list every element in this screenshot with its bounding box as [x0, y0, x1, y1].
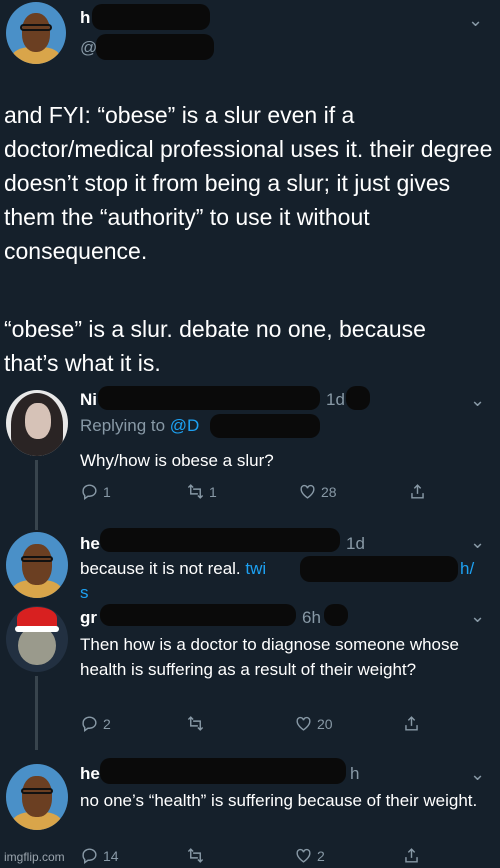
reply-text-main: because it is not real.: [80, 559, 241, 578]
reply-link-tail[interactable]: h/: [460, 556, 474, 581]
like-button[interactable]: 2: [294, 846, 325, 865]
reply-button[interactable]: 1: [80, 482, 111, 501]
reply-time[interactable]: 1d: [346, 534, 365, 554]
chevron-down-icon[interactable]: ⌄: [470, 764, 485, 785]
reply-author-name[interactable]: he: [80, 764, 100, 784]
avatar[interactable]: [6, 2, 66, 64]
reply-text: Why/how is obese a slur?: [80, 451, 274, 470]
reply-icon: [82, 484, 97, 501]
redacted-name: [100, 758, 346, 784]
share-button[interactable]: [402, 846, 421, 865]
retweet-button[interactable]: 1: [186, 482, 217, 501]
replying-prefix: Replying to: [80, 416, 166, 435]
reply-count: 1: [103, 483, 111, 500]
avatar[interactable]: [6, 390, 68, 456]
share-icon: [411, 484, 424, 499]
retweet-icon: [187, 484, 204, 499]
redacted-name: [92, 4, 210, 30]
retweet-button[interactable]: [186, 846, 205, 865]
redacted-handle: [210, 414, 320, 438]
like-count: 28: [321, 483, 337, 500]
redacted-area: [346, 386, 370, 410]
avatar[interactable]: [6, 532, 68, 598]
retweet-button[interactable]: [186, 714, 205, 733]
avatar[interactable]: [6, 606, 68, 672]
reply-button[interactable]: 14: [80, 846, 119, 865]
heart-icon: [296, 848, 311, 863]
reply-count: 2: [103, 715, 111, 732]
thread-line: [35, 460, 38, 530]
avatar[interactable]: [6, 764, 68, 830]
redacted-name: [100, 604, 296, 626]
redacted-area: [324, 604, 348, 626]
chevron-down-icon[interactable]: ⌄: [470, 390, 485, 411]
redacted-name: [100, 528, 340, 552]
replying-handle[interactable]: @D: [170, 416, 200, 435]
like-button[interactable]: 28: [298, 482, 337, 501]
chevron-down-icon[interactable]: ⌄: [468, 10, 483, 31]
reply-icon: [82, 848, 97, 865]
retweet-icon: [187, 848, 204, 863]
thread-line: [35, 676, 38, 750]
chevron-down-icon[interactable]: ⌄: [470, 606, 485, 627]
reply-author-name[interactable]: gr: [80, 608, 97, 628]
heart-icon: [296, 716, 311, 731]
redacted-name: [98, 386, 320, 410]
author-handle[interactable]: @: [80, 38, 97, 58]
reply-link-continuation[interactable]: s: [80, 580, 89, 605]
like-count: 20: [317, 715, 333, 732]
like-count: 2: [317, 847, 325, 864]
reply-button[interactable]: 2: [80, 714, 111, 733]
like-button[interactable]: 20: [294, 714, 333, 733]
reply-time[interactable]: 6h: [302, 608, 321, 628]
tweet-text-paragraph-1: and FYI: “obese” is a slur even if a doc…: [4, 102, 493, 264]
redacted-handle: [96, 34, 214, 60]
retweet-icon: [187, 716, 204, 731]
reply-text: Then how is a doctor to diagnose someone…: [80, 635, 459, 679]
replying-to: Replying to @D: [80, 416, 199, 436]
reply-link[interactable]: twi: [245, 559, 266, 578]
chevron-down-icon[interactable]: ⌄: [470, 532, 485, 553]
retweet-count: 1: [209, 483, 217, 500]
reply-count: 14: [103, 847, 119, 864]
reply-icon: [82, 716, 97, 733]
reply-time[interactable]: h: [350, 764, 359, 784]
redacted-link: [300, 556, 458, 582]
share-button[interactable]: [402, 714, 421, 733]
tweet-text-paragraph-2: “obese” is a slur. debate no one, becaus…: [4, 316, 426, 376]
reply-time[interactable]: 1d: [326, 390, 345, 410]
author-name[interactable]: h: [80, 8, 90, 28]
reply-text: no one’s “health” is suffering because o…: [80, 791, 478, 810]
share-button[interactable]: [408, 482, 427, 501]
heart-icon: [300, 484, 315, 499]
share-icon: [405, 848, 418, 863]
watermark: imgflip.com: [4, 850, 65, 864]
reply-author-name[interactable]: Ni: [80, 390, 97, 410]
reply-author-name[interactable]: he: [80, 534, 100, 554]
share-icon: [405, 716, 418, 731]
